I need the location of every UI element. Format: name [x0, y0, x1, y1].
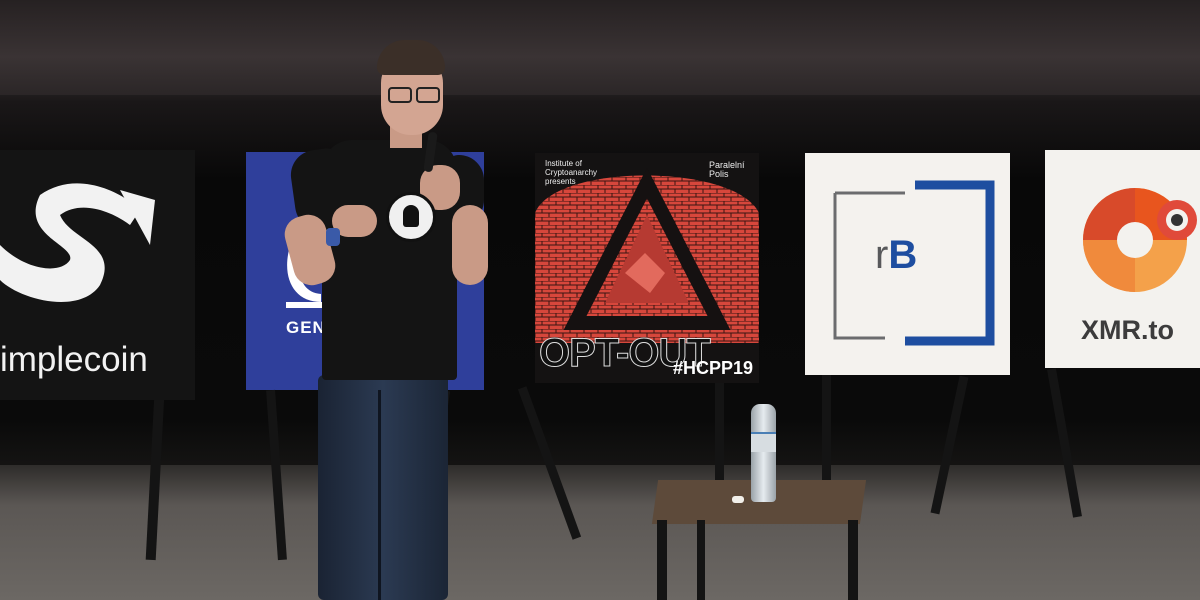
table-leg: [697, 520, 705, 600]
easel-leg: [822, 375, 831, 495]
rb-wordmark: rB: [875, 233, 918, 277]
table-leg: [848, 520, 858, 600]
presenter-left-label: Institute of Cryptoanarchy presents: [545, 159, 598, 186]
water-bottle: [751, 404, 776, 502]
simplecoin-wordmark: implecoin: [0, 340, 148, 379]
xmr-wordmark: XMR.to: [1081, 315, 1174, 345]
rb-sign: rB: [805, 153, 1010, 375]
genesis-partial-text: GEN: [286, 318, 326, 337]
presenter-right-label: Paralelní Polis: [709, 160, 745, 179]
xmr-sign: XMR.to: [1045, 150, 1200, 368]
badge-icon: [386, 192, 436, 242]
poster-hashtag: #HCPP19: [672, 358, 753, 378]
bottle-cap: [732, 496, 744, 503]
stage-floor: [0, 465, 1200, 600]
glasses-icon: [388, 87, 412, 103]
optout-poster: Institute of Cryptoanarchy presents Paral…: [535, 153, 759, 383]
simplecoin-sign: implecoin: [0, 150, 195, 400]
wristband: [326, 228, 340, 246]
stage-photo: implecoin GEN Institute of Cryptoanarchy…: [0, 0, 1200, 600]
projection-screen: [0, 0, 1200, 95]
table-leg: [657, 520, 667, 600]
easel-leg: [715, 383, 724, 483]
